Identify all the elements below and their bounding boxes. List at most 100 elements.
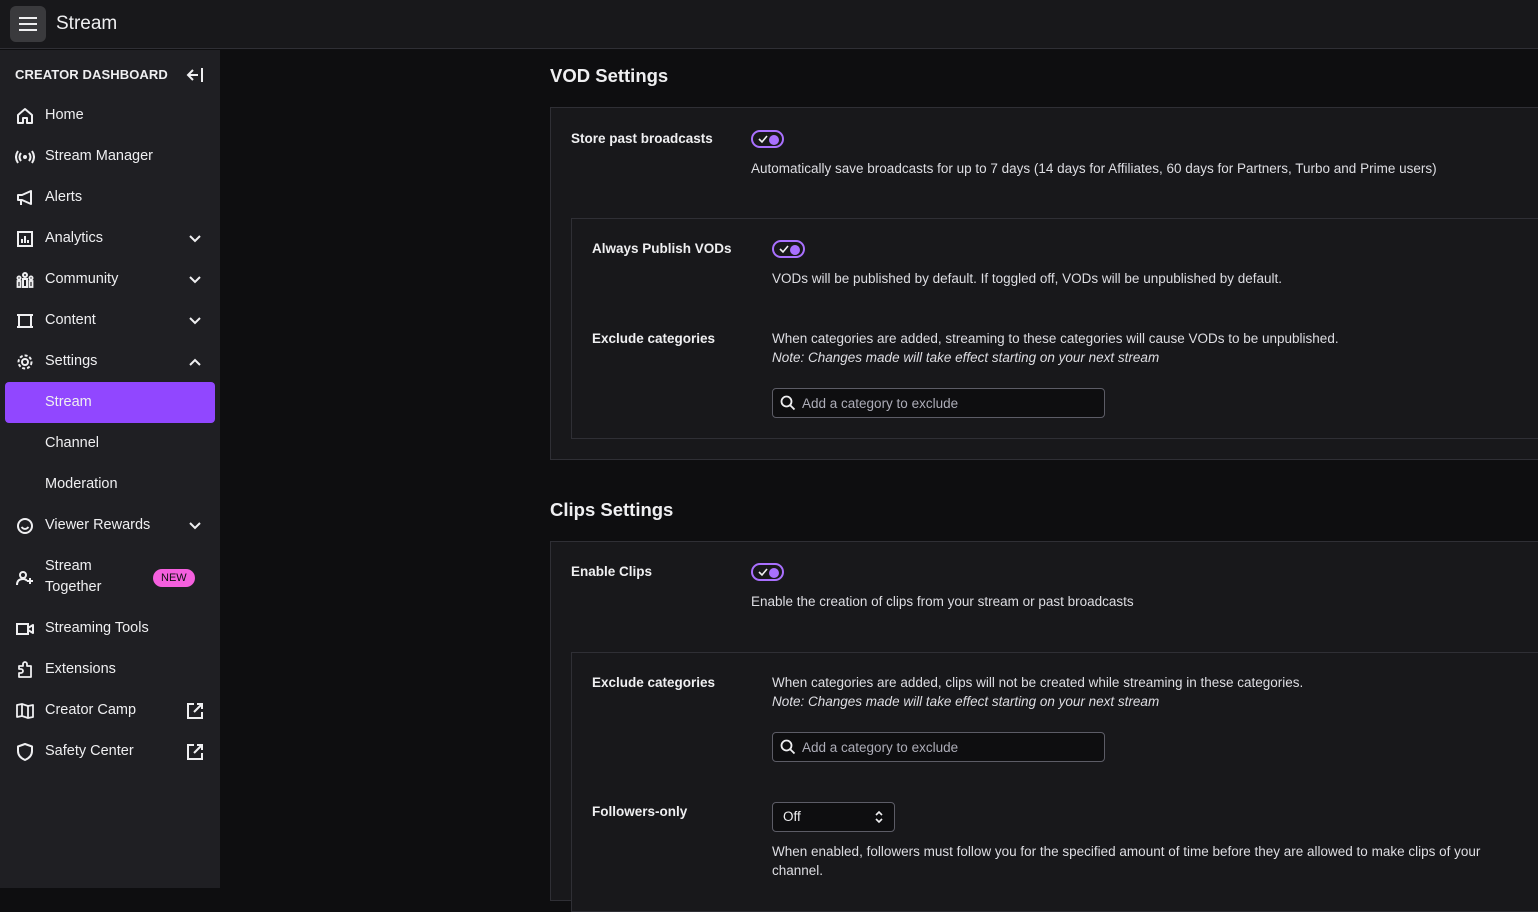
external-link-icon [187, 702, 203, 719]
clips-settings-card: Enable Clips Enable the creation of clip… [550, 541, 1538, 912]
publish-vods-panel: Always Publish VODs VODs will be publish… [571, 218, 1538, 439]
vod-exclude-search[interactable] [772, 388, 1105, 418]
clips-exclude-input[interactable] [802, 737, 1092, 757]
followers-only-description: When enabled, followers must follow you … [772, 842, 1538, 880]
chevron-down-icon [189, 234, 201, 242]
sidebar-item-label: Channel [45, 435, 100, 451]
page-title: Stream [56, 13, 118, 34]
sidebar-item-extensions[interactable]: Extensions [5, 649, 215, 690]
shield-icon [15, 742, 35, 762]
store-broadcasts-description: Automatically save broadcasts for up to … [751, 161, 1437, 176]
clips-options-panel: Exclude categories When categories are a… [571, 652, 1538, 912]
vod-settings-title: VOD Settings [550, 65, 669, 86]
enable-clips-label: Enable Clips [571, 564, 653, 579]
gear-icon [15, 352, 35, 372]
sidebar-item-label: Community [45, 271, 119, 287]
sidebar-item-settings[interactable]: Settings [5, 341, 215, 382]
chevron-down-icon [189, 275, 201, 283]
vod-settings-card: Store past broadcasts Automatically save… [550, 107, 1538, 460]
search-icon [780, 739, 796, 755]
sidebar-item-stream-manager[interactable]: Stream Manager [5, 136, 215, 177]
chevron-down-icon [189, 521, 201, 529]
sidebar-item-streaming-tools[interactable]: Streaming Tools [5, 608, 215, 649]
content-icon [15, 311, 35, 331]
collapse-sidebar-icon[interactable] [185, 66, 205, 84]
toggle-knob [769, 135, 779, 145]
new-badge: NEW [153, 569, 195, 587]
megaphone-icon [15, 188, 35, 208]
broadcast-icon [15, 147, 35, 167]
home-icon [15, 106, 35, 126]
sidebar-item-content[interactable]: Content [5, 300, 215, 341]
book-icon [15, 701, 35, 721]
sidebar-item-channel[interactable]: Channel [5, 423, 215, 464]
sidebar-item-creator-camp[interactable]: Creator Camp [5, 690, 215, 731]
publish-vods-description: VODs will be published by default. If to… [772, 271, 1283, 286]
store-broadcasts-label: Store past broadcasts [571, 131, 713, 146]
store-broadcasts-toggle[interactable] [751, 130, 784, 148]
enable-clips-toggle[interactable] [751, 563, 784, 581]
check-icon [758, 568, 768, 577]
followers-only-select[interactable]: Off [772, 802, 895, 832]
sidebar-item-label: Creator Camp [45, 702, 137, 718]
followers-only-value: Off [783, 809, 801, 824]
publish-vods-label: Always Publish VODs [592, 241, 732, 256]
vod-exclude-description: When categories are added, streaming to … [772, 331, 1339, 346]
sidebar-item-stream-together[interactable]: Stream Together NEW [5, 553, 215, 603]
check-icon [758, 135, 768, 144]
sidebar-item-label: Streaming Tools [45, 620, 149, 636]
sort-arrows-icon [875, 810, 883, 824]
publish-vods-toggle[interactable] [772, 240, 805, 258]
sidebar-item-label-line1: Stream [45, 558, 92, 574]
toggle-knob [769, 568, 779, 578]
analytics-icon [15, 229, 35, 249]
followers-only-description-line2: channel. [772, 863, 824, 878]
followers-only-description-line1: When enabled, followers must follow you … [772, 844, 1481, 859]
sidebar-item-analytics[interactable]: Analytics [5, 218, 215, 259]
vod-exclude-input[interactable] [802, 393, 1092, 413]
sidebar-item-label: Safety Center [45, 743, 134, 759]
sidebar-item-safety-center[interactable]: Safety Center [5, 731, 215, 772]
menu-button[interactable] [10, 6, 46, 42]
external-link-icon [187, 743, 203, 760]
sidebar-item-community[interactable]: Community [5, 259, 215, 300]
clips-exclude-search[interactable] [772, 732, 1105, 762]
followers-only-label: Followers-only [592, 804, 688, 819]
chevron-down-icon [189, 316, 201, 324]
sidebar: CREATOR DASHBOARD Home Stream Manager Al… [0, 50, 220, 888]
clips-exclude-note: Note: Changes made will take effect star… [772, 694, 1160, 709]
sidebar-item-label: Stream Manager [45, 148, 153, 164]
chevron-up-icon [189, 358, 201, 366]
puzzle-icon [15, 660, 35, 680]
sidebar-item-stream[interactable]: Stream [5, 382, 215, 423]
sidebar-item-viewer-rewards[interactable]: Viewer Rewards [5, 505, 215, 546]
sidebar-item-home[interactable]: Home [5, 95, 215, 136]
add-user-icon [15, 568, 35, 588]
camera-icon [15, 619, 35, 639]
smiley-icon [15, 516, 35, 536]
sidebar-item-alerts[interactable]: Alerts [5, 177, 215, 218]
sidebar-item-moderation[interactable]: Moderation [5, 464, 215, 505]
clips-settings-title: Clips Settings [550, 499, 674, 520]
enable-clips-description: Enable the creation of clips from your s… [751, 594, 1134, 609]
sidebar-item-label: Alerts [45, 189, 83, 205]
clips-exclude-categories-label: Exclude categories [592, 675, 716, 690]
sidebar-item-label: Extensions [45, 661, 116, 677]
sidebar-item-label: Home [45, 107, 84, 123]
clips-exclude-description: When categories are added, clips will no… [772, 675, 1304, 690]
top-bar: Stream [0, 0, 1538, 49]
vod-exclude-note: Note: Changes made will take effect star… [772, 350, 1160, 365]
sidebar-item-label: Analytics [45, 230, 104, 246]
sidebar-item-label: Moderation [45, 476, 118, 492]
check-icon [779, 245, 789, 254]
community-icon [15, 270, 35, 290]
sidebar-item-label: Viewer Rewards [45, 517, 151, 533]
sidebar-item-label: Settings [45, 353, 98, 369]
toggle-knob [790, 245, 800, 255]
vod-exclude-categories-label: Exclude categories [592, 331, 716, 346]
main-content: VOD Settings Store past broadcasts Autom… [220, 50, 1538, 912]
sidebar-item-label-line2: Together [45, 579, 102, 595]
search-icon [780, 395, 796, 411]
sidebar-item-label: Stream [45, 394, 92, 410]
sidebar-heading: CREATOR DASHBOARD [15, 67, 168, 82]
